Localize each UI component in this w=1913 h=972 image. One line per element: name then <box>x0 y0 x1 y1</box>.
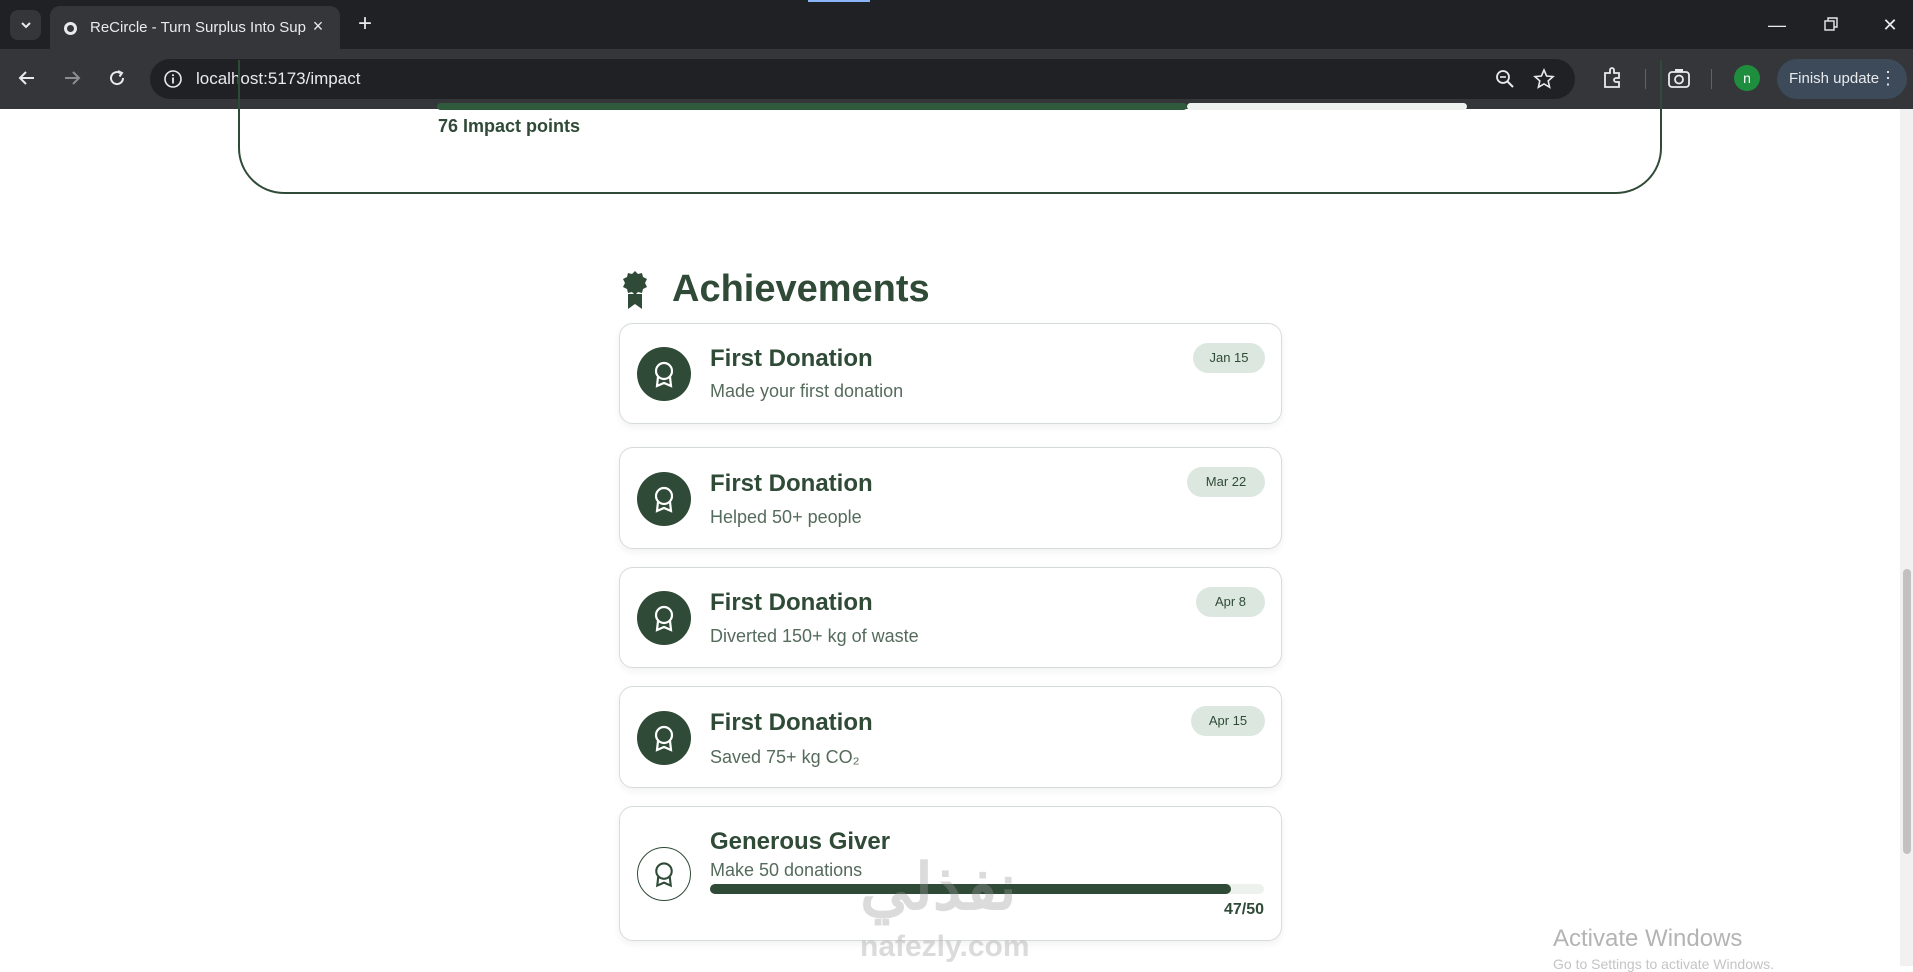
award-glyph <box>654 605 674 632</box>
award-outline-icon <box>637 847 691 901</box>
restore-button[interactable] <box>1818 12 1844 38</box>
finish-update-label: Finish update <box>1789 70 1880 87</box>
achievement-title: First Donation <box>710 709 873 736</box>
achievement-date: Apr 15 <box>1191 706 1265 736</box>
achievement-description: Helped 50+ people <box>710 507 862 527</box>
award-icon <box>637 472 691 526</box>
minimize-button[interactable]: — <box>1764 12 1790 38</box>
award-glyph <box>654 725 674 752</box>
watermark-latin: nafezly.com <box>860 930 1030 963</box>
achievement-date: Apr 8 <box>1196 587 1265 617</box>
achievement-description: Diverted 150+ kg of waste <box>710 626 919 646</box>
achievement-title: First Donation <box>710 345 873 372</box>
chevron-down-icon <box>20 22 31 29</box>
activate-windows-title: Activate Windows <box>1553 925 1743 952</box>
impact-points-label: 76 Impact points <box>438 116 581 136</box>
close-tab-icon[interactable]: × <box>308 16 328 36</box>
screenshot-icon[interactable] <box>1666 65 1692 91</box>
activate-windows-subtitle: Go to Settings to activate Windows. <box>1553 956 1774 972</box>
achievement-progress-count: 47/50 <box>1223 901 1264 918</box>
finish-update-button[interactable]: Finish update ⋮ <box>1777 59 1907 99</box>
tab-indicator <box>808 0 870 2</box>
achievement-card: First Donation Diverted 150+ kg of waste… <box>619 567 1282 668</box>
award-glyph <box>654 486 674 513</box>
more-menu-icon[interactable]: ⋮ <box>1879 68 1897 88</box>
award-icon <box>637 591 691 645</box>
achievement-title: First Donation <box>710 470 873 497</box>
close-window-button[interactable]: ✕ <box>1877 12 1903 38</box>
tab-title: ReCircle - Turn Surplus Into Sup <box>90 19 306 36</box>
new-tab-button[interactable]: + <box>352 12 378 38</box>
scrollbar-thumb[interactable] <box>1903 569 1911 854</box>
reload-icon <box>110 70 125 86</box>
browser-tab[interactable]: ReCircle - Turn Surplus Into Sup × <box>50 6 340 49</box>
award-glyph <box>655 862 673 888</box>
watermark: نفذلي nafezly.com <box>850 850 1060 966</box>
achievement-card: First Donation Saved 75+ kg CO₂ Apr 15 <box>619 686 1282 788</box>
reload-button[interactable] <box>102 63 132 93</box>
achievement-date: Jan 15 <box>1193 343 1265 373</box>
back-button[interactable] <box>12 63 42 93</box>
achievement-description: Made your first donation <box>710 381 904 401</box>
forward-arrow-icon <box>65 71 81 85</box>
browser-tabbar: ReCircle - Turn Surplus Into Sup × + — ✕ <box>0 0 1913 49</box>
achievement-description: Make 50 donations <box>710 860 863 880</box>
award-icon <box>637 347 691 401</box>
achievement-date: Mar 22 <box>1187 467 1265 497</box>
back-arrow-icon <box>18 71 34 85</box>
achievement-description: Saved 75+ kg CO₂ <box>710 747 860 767</box>
restore-icon <box>1824 17 1838 31</box>
achievement-card: First Donation Made your first donation … <box>619 323 1282 424</box>
page-scrollbar[interactable] <box>1900 109 1913 966</box>
watermark-arabic: نفذلي <box>860 851 1017 923</box>
toolbar-divider <box>1711 69 1712 89</box>
favicon-icon <box>64 22 77 35</box>
impact-progress-track <box>1187 103 1467 110</box>
profile-avatar[interactable]: n <box>1734 65 1760 91</box>
achievement-card: First Donation Helped 50+ people Mar 22 <box>619 447 1282 549</box>
tab-list-button[interactable] <box>10 10 41 40</box>
achievement-title: First Donation <box>710 589 873 616</box>
award-glyph <box>654 361 674 388</box>
achievements-heading: Achievements <box>672 268 930 310</box>
award-icon <box>637 711 691 765</box>
impact-progress-fill <box>437 103 1187 110</box>
medal-icon <box>623 271 647 309</box>
site-info-icon[interactable] <box>163 69 183 89</box>
forward-button[interactable] <box>57 63 87 93</box>
